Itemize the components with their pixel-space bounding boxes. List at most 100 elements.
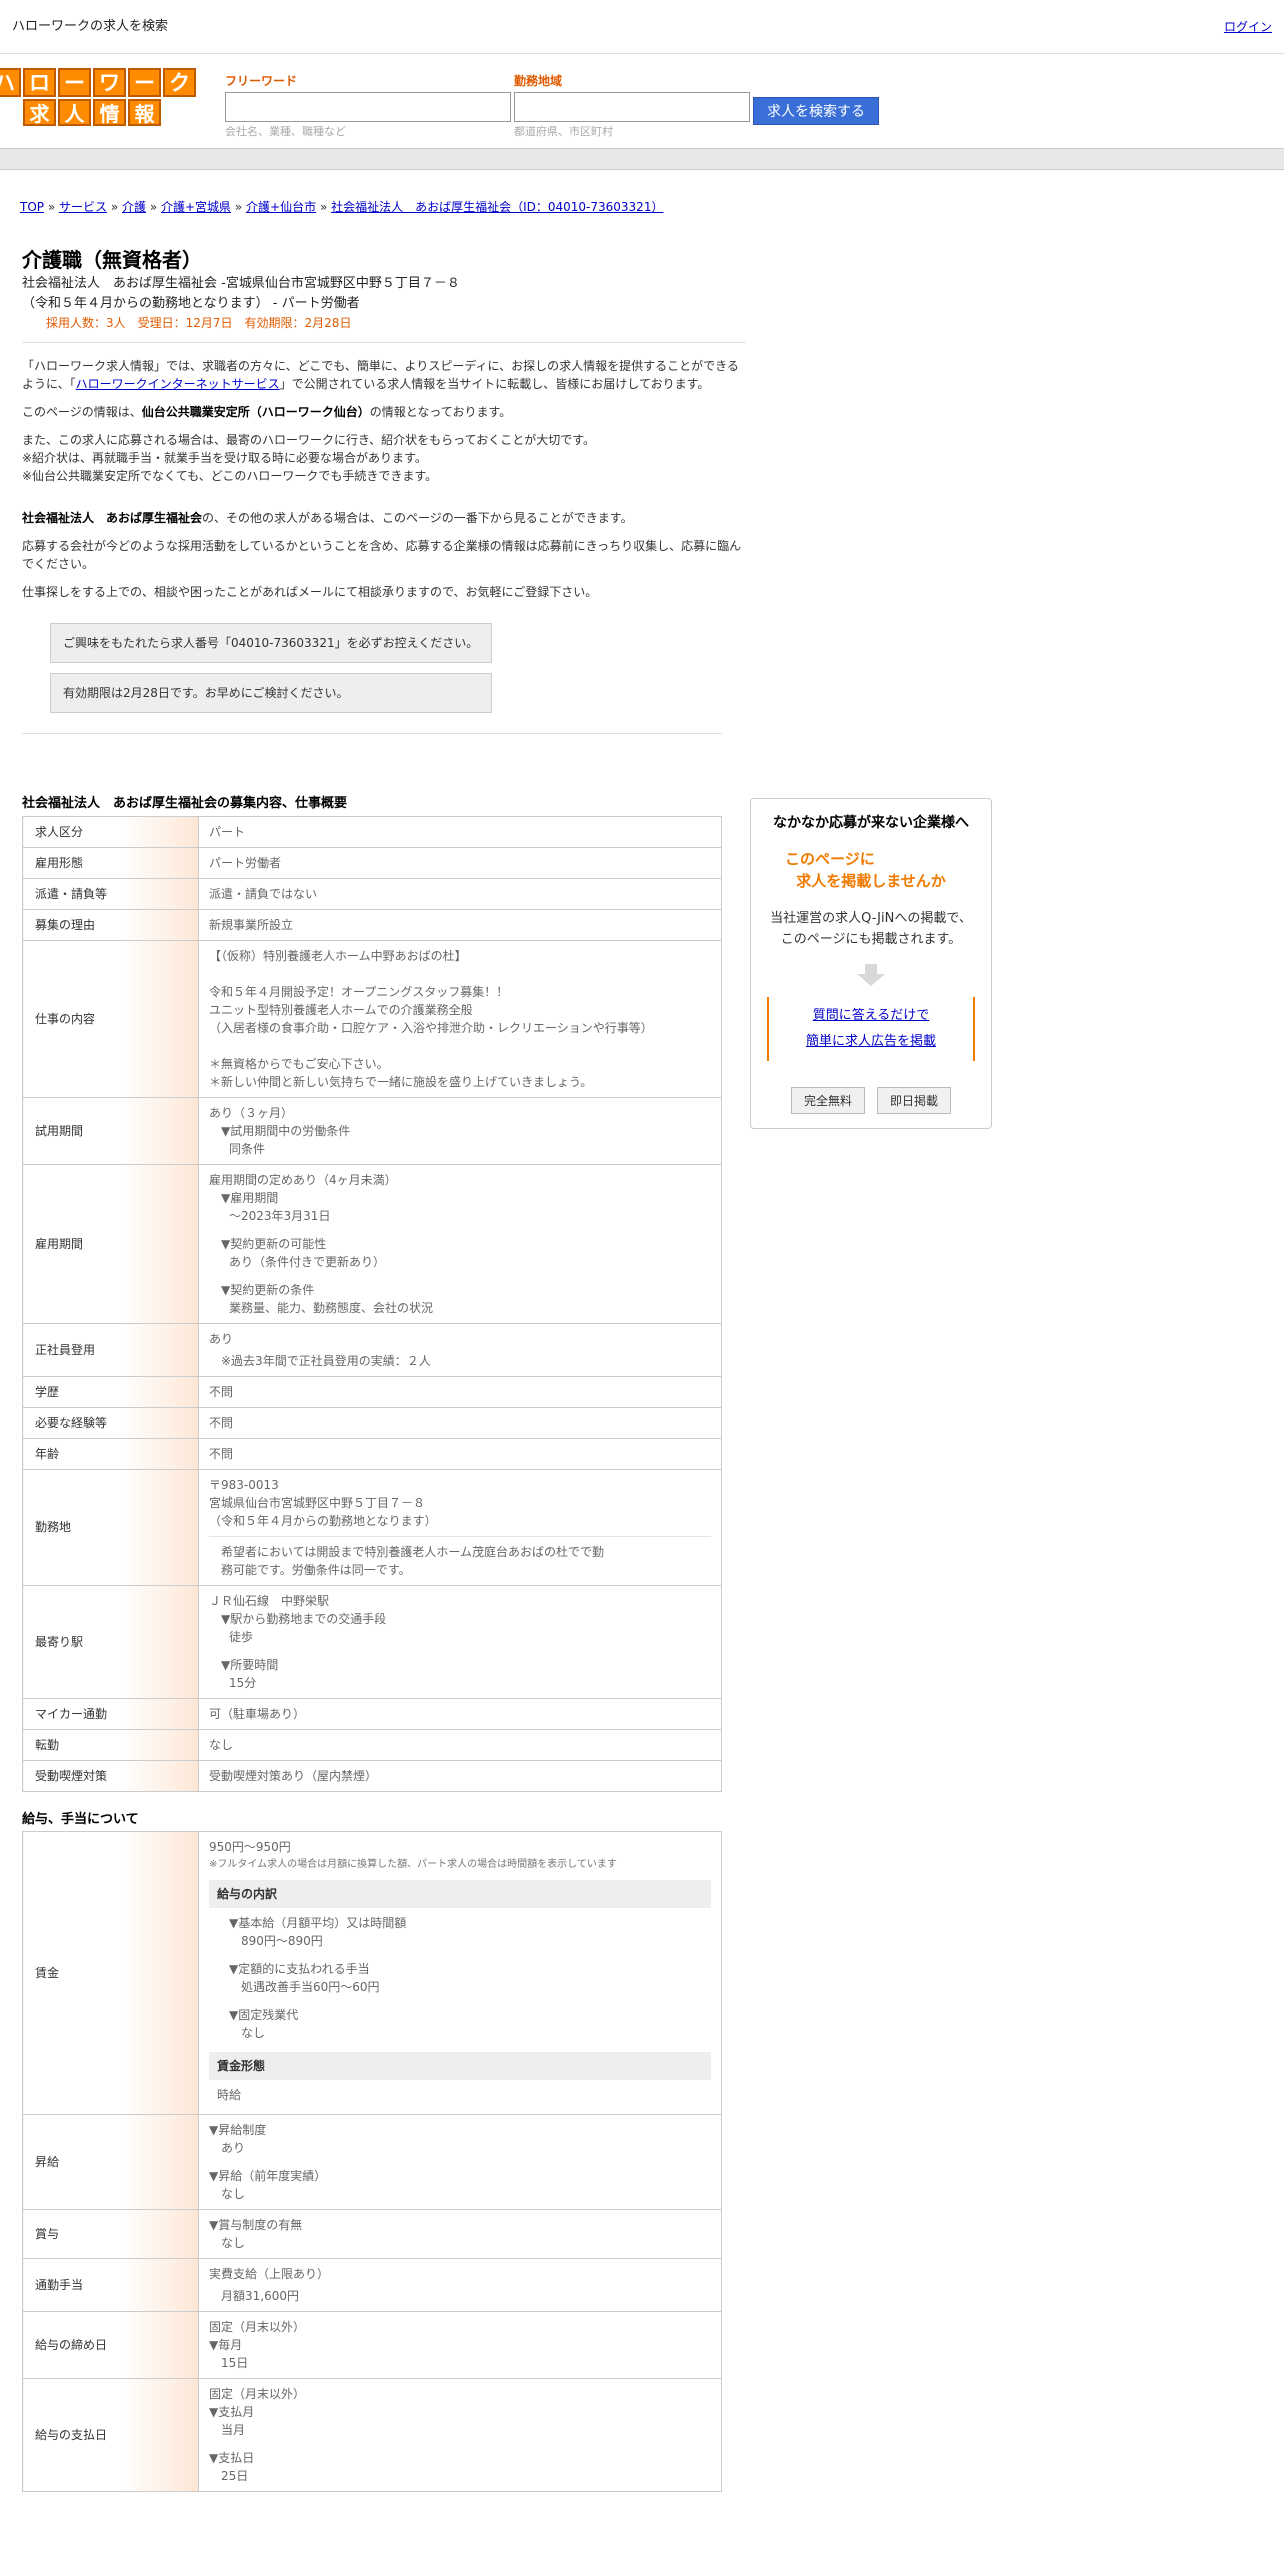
logo-char: ハ bbox=[0, 68, 21, 97]
freeword-label: フリーワード bbox=[225, 74, 298, 88]
row-label: 年齢 bbox=[22, 1437, 199, 1470]
row-label: 賞与 bbox=[22, 2209, 199, 2259]
row-label: 給与の支払日 bbox=[22, 2378, 199, 2492]
row-label: 必要な経験等 bbox=[22, 1406, 199, 1439]
breadcrumb-company[interactable]: 社会福祉法人 あおば厚生福祉会（ID：04010-73603321） bbox=[331, 200, 663, 214]
source-paragraph: このページの情報は、仙台公共職業安定所（ハローワーク仙台）の情報となっております… bbox=[22, 405, 512, 419]
job-detail: 介護職（無資格者） 社会福祉法人 あおば厚生福祉会 -宮城県仙台市宮城野区中野５… bbox=[22, 246, 746, 2492]
row-label: 最寄り駅 bbox=[22, 1584, 199, 1699]
table-row: 募集の理由 新規事業所設立 bbox=[22, 908, 722, 941]
breadcrumb-miyagi[interactable]: 介護+宮城県 bbox=[161, 200, 231, 214]
breadcrumb: TOP » サービス » 介護 » 介護+宮城県 » 介護+仙台市 » 社会福祉… bbox=[20, 200, 664, 214]
search-button[interactable]: 求人を検索する bbox=[753, 97, 879, 125]
post-ad-link[interactable]: 簡単に求人広告を掲載 bbox=[806, 1034, 936, 1049]
freeword-input[interactable] bbox=[225, 92, 511, 122]
area-input[interactable] bbox=[514, 92, 750, 122]
table-row: 受動喫煙対策 受動喫煙対策あり（屋内禁煙） bbox=[22, 1759, 722, 1792]
table-row: 年齢 不問 bbox=[22, 1437, 722, 1470]
expiry-notice: 有効期限は2月28日です。お早めにご検討ください。 bbox=[50, 673, 492, 713]
row-label: 試用期間 bbox=[22, 1096, 199, 1165]
job-subtitle-2: （令和５年４月からの勤務地となります） - パート労働者 bbox=[22, 296, 360, 311]
advertise-headline: このページに 求人を掲載しませんか bbox=[785, 850, 946, 890]
job-title: 介護職（無資格者） bbox=[22, 248, 202, 272]
site-tagline: ハローワークの求人を検索 bbox=[12, 18, 169, 34]
table-row: 正社員登用 あり ※過去3年間で正社員登用の実績：２人 bbox=[22, 1322, 722, 1377]
row-value: 不問 bbox=[198, 1437, 722, 1470]
row-label: 受動喫煙対策 bbox=[22, 1759, 199, 1792]
row-label: 雇用期間 bbox=[22, 1163, 199, 1324]
logo-char: 人 bbox=[58, 99, 91, 126]
job-meta: 採用人数：3人 受理日：12月7日 有効期限：2月28日 bbox=[46, 316, 352, 330]
salary-table: 賃金 950円〜950円 ※フルタイム求人の場合は月額に換算した額、パート求人の… bbox=[22, 1831, 722, 2492]
area-hint: 都道府県、市区町村 bbox=[514, 125, 613, 138]
advertise-buttons: 完全無料 即日掲載 bbox=[759, 1087, 983, 1114]
row-value: 不問 bbox=[198, 1406, 722, 1439]
row-value: 不問 bbox=[198, 1375, 722, 1408]
same-day-button[interactable]: 即日掲載 bbox=[877, 1087, 952, 1114]
table-row: 派遣・請負等 派遣・請負ではない bbox=[22, 877, 722, 910]
logo-char: 情 bbox=[93, 99, 126, 126]
apply-paragraph: また、この求人に応募される場合は、最寄のハローワークに行き、紹介状をもらっておく… bbox=[22, 433, 596, 447]
table-row: 求人区分 パート bbox=[22, 815, 722, 848]
logo-char: ワ bbox=[93, 68, 126, 97]
answer-questions-link[interactable]: 質問に答えるだけで bbox=[813, 1008, 930, 1023]
row-value: ▼賞与制度の有無 なし bbox=[198, 2209, 722, 2259]
freeword-hint: 会社名、業種、職種など bbox=[225, 125, 346, 138]
breadcrumb-top[interactable]: TOP bbox=[20, 200, 44, 214]
apply-note-1: ※紹介状は、再就職手当・就業手当を受け取る時に必要な場合があります。 bbox=[22, 451, 427, 465]
row-value: 〒983-0013 宮城県仙台市宮城野区中野５丁目７－８ （令和５年４月からの勤務地… bbox=[198, 1468, 722, 1586]
breadcrumb-sendai[interactable]: 介護+仙台市 bbox=[246, 200, 316, 214]
area-field: 勤務地域 都道府県、市区町村 bbox=[514, 72, 750, 141]
table-row: 雇用形態 パート労働者 bbox=[22, 846, 722, 879]
breadcrumb-service[interactable]: サービス bbox=[59, 200, 107, 214]
logo-char: ク bbox=[163, 68, 196, 97]
table-row: 最寄り駅 ＪＲ仙石線 中野栄駅 ▼駅から勤務地までの交通手段 徒歩 ▼所要時間 15分 bbox=[22, 1584, 722, 1699]
header-divider bbox=[0, 148, 1284, 170]
advertise-links: 質問に答えるだけで 簡単に求人広告を掲載 bbox=[767, 997, 975, 1061]
table-row: 仕事の内容 【（仮称）特別養護老人ホーム中野あおばの杜】 令和５年４月開設予定！… bbox=[22, 939, 722, 1098]
advertise-description: 当社運営の求人Q-JiNへの掲載で、 このページにも掲載されます。 bbox=[770, 911, 972, 947]
table-row: 雇用期間 雇用期間の定めあり（4ヶ月未満） ▼雇用期間 〜2023年3月31日 ▼契約… bbox=[22, 1163, 722, 1324]
row-value: パート bbox=[198, 815, 722, 848]
logo-char: 求 bbox=[23, 99, 56, 126]
row-label: 昇給 bbox=[22, 2114, 199, 2210]
apply-note-2: ※仙台公共職業安定所でなくても、どこのハローワークでも手続きできます。 bbox=[22, 469, 438, 483]
advertise-title: なかなか応募が来ない企業様へ bbox=[773, 815, 969, 831]
table-row: 給与の締め日 固定（月末以外） ▼毎月 15日 bbox=[22, 2311, 722, 2379]
row-value: 【（仮称）特別養護老人ホーム中野あおばの杜】 令和５年４月開設予定！オープニング… bbox=[198, 939, 722, 1098]
row-value: 派遣・請負ではない bbox=[198, 877, 722, 910]
row-label: 求人区分 bbox=[22, 815, 199, 848]
row-label: 学歴 bbox=[22, 1375, 199, 1408]
row-value: 雇用期間の定めあり（4ヶ月未満） ▼雇用期間 〜2023年3月31日 ▼契約更新の可能… bbox=[198, 1163, 722, 1324]
free-button[interactable]: 完全無料 bbox=[790, 1087, 865, 1114]
logo-char: ー bbox=[58, 68, 91, 97]
table-row: 必要な経験等 不問 bbox=[22, 1406, 722, 1439]
login-link[interactable]: ログイン bbox=[1224, 18, 1272, 36]
hellowork-logo[interactable]: ハ ロ ー ワ ー ク 求 人 情 報 bbox=[0, 68, 196, 126]
section-title-recruitment: 社会福祉法人 あおば厚生福祉会の募集内容、仕事概要 bbox=[22, 796, 348, 811]
row-label: 賃金 bbox=[22, 1831, 199, 2115]
job-subtitle: 社会福祉法人 あおば厚生福祉会 -宮城県仙台市宮城野区中野５丁目７－８ bbox=[22, 276, 460, 291]
logo-char: 報 bbox=[128, 99, 161, 126]
row-label: 転勤 bbox=[22, 1728, 199, 1761]
breadcrumb-kaigo[interactable]: 介護 bbox=[122, 200, 146, 214]
row-value: パート労働者 bbox=[198, 846, 722, 879]
table-row: 学歴 不問 bbox=[22, 1375, 722, 1408]
row-label: 正社員登用 bbox=[22, 1322, 199, 1377]
top-bar: ハローワークの求人を検索 ログイン bbox=[0, 0, 1284, 54]
logo-char: ー bbox=[128, 68, 161, 97]
row-value: 固定（月末以外） ▼毎月 15日 bbox=[198, 2311, 722, 2379]
row-value: 新規事業所設立 bbox=[198, 908, 722, 941]
row-label: 勤務地 bbox=[22, 1468, 199, 1586]
research-paragraph: 応募する会社が今どのような採用活動をしているかということを含め、応募する企業様の… bbox=[22, 539, 742, 571]
row-label: 募集の理由 bbox=[22, 908, 199, 941]
table-row: 通勤手当 実費支給（上限あり） 月額31,600円 bbox=[22, 2258, 722, 2312]
table-row: マイカー通勤 可（駐車場あり） bbox=[22, 1697, 722, 1730]
divider bbox=[22, 342, 746, 343]
area-label: 勤務地域 bbox=[514, 74, 563, 88]
row-label: 通勤手当 bbox=[22, 2258, 199, 2312]
row-label: 派遣・請負等 bbox=[22, 877, 199, 910]
recruitment-table: 求人区分 パート 雇用形態 パート労働者 派遣・請負等 派遣・請負ではない 募集の理由… bbox=[22, 815, 722, 1792]
hellowork-internet-link[interactable]: ハローワークインターネットサービス bbox=[76, 377, 280, 391]
row-value: ＪＲ仙石線 中野栄駅 ▼駅から勤務地までの交通手段 徒歩 ▼所要時間 15分 bbox=[198, 1584, 722, 1699]
